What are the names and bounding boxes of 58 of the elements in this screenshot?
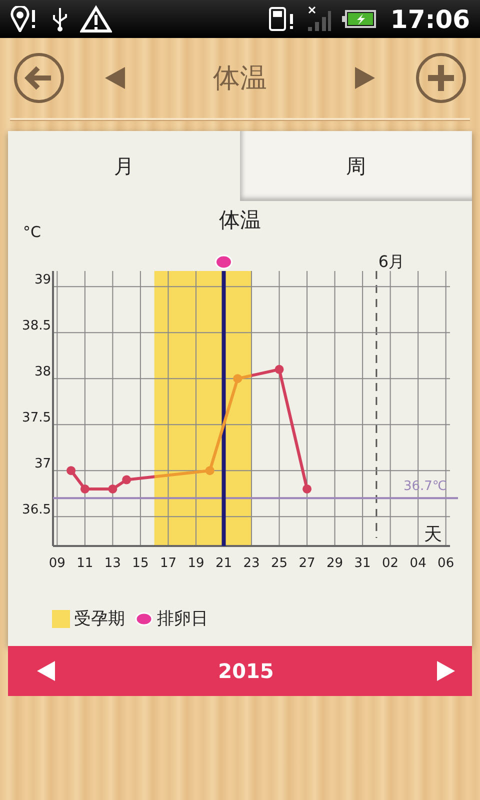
year-label: 2015 [218, 659, 274, 683]
data-point [205, 466, 214, 476]
axis-label: 天 [424, 524, 442, 545]
previous-year-button[interactable] [36, 660, 56, 682]
tick-label: 38 [34, 364, 51, 380]
legend-label: 排卵日 [157, 608, 208, 630]
tick-label: 39 [34, 272, 51, 288]
right-triangle-icon [436, 660, 456, 682]
tick-label: 21 [215, 556, 232, 571]
warning-icon [80, 5, 112, 33]
chart-title: 体温 [219, 208, 261, 232]
status-time: 17:06 [390, 4, 470, 34]
tick-label: 06 [438, 556, 454, 571]
right-triangle-icon [354, 66, 376, 90]
battery-charging-icon [342, 9, 376, 29]
data-point [66, 466, 76, 476]
data-point [122, 475, 132, 484]
next-button[interactable] [354, 66, 376, 90]
tick-label: 15 [132, 556, 149, 571]
left-triangle-icon [36, 660, 56, 682]
tick-label: 31 [354, 556, 371, 571]
data-point [233, 374, 242, 384]
previous-button[interactable] [104, 66, 126, 90]
signal-icon [306, 5, 332, 33]
tick-label: 02 [382, 556, 399, 571]
tick-label: 36.5 [22, 502, 51, 518]
tick-label: 37 [34, 456, 51, 472]
tick-label: 38.5 [22, 318, 51, 334]
tick-label: 37.5 [22, 410, 51, 426]
egg-icon [135, 612, 153, 626]
legend-label: 受孕期 [74, 608, 125, 630]
data-point [80, 484, 90, 494]
egg-icon [215, 254, 232, 270]
data-point [108, 484, 118, 494]
left-triangle-icon [104, 66, 126, 90]
plus-icon [426, 63, 456, 93]
next-year-button[interactable] [436, 660, 456, 682]
back-button[interactable] [14, 53, 64, 103]
tick-label: 27 [298, 556, 316, 571]
tick-label: 04 [410, 556, 426, 571]
tick-label: 19 [188, 556, 204, 571]
tick-label: 29 [326, 556, 344, 571]
view-tab[interactable]: 月 [8, 131, 240, 201]
data-point [274, 364, 284, 374]
tick-label: 13 [104, 556, 121, 571]
usb-icon [50, 6, 70, 32]
view-tab[interactable]: 周 [240, 131, 472, 201]
add-button[interactable] [416, 53, 466, 103]
axis-label: °C [23, 223, 41, 241]
data-point [302, 484, 312, 494]
legend-swatch [52, 610, 70, 628]
tick-label: 25 [271, 556, 288, 571]
tick-label: 09 [48, 556, 66, 571]
page-title: 体温 [212, 62, 268, 96]
tick-label: 23 [243, 556, 260, 571]
tick-label: 17 [160, 556, 176, 571]
month-label: 6月 [378, 252, 405, 271]
tick-label: 11 [76, 556, 94, 571]
